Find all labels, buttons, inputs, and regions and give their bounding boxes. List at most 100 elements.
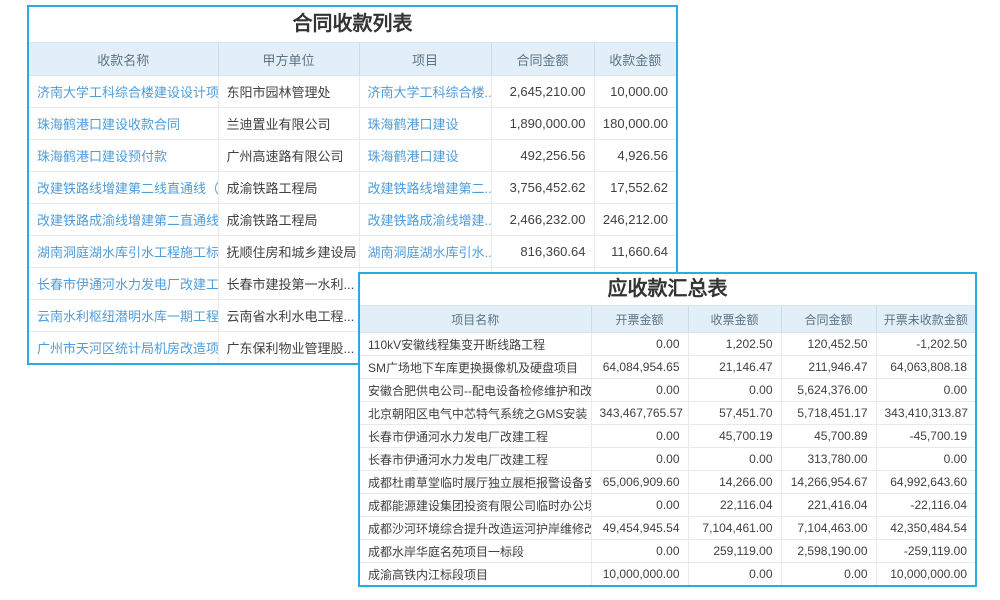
- table-cell: 11,660.64: [594, 236, 676, 268]
- table-cell: -1,202.50: [876, 333, 975, 356]
- header-row: 收款名称 甲方单位 项目 合同金额 收款金额: [29, 43, 676, 76]
- cell-link[interactable]: 云南水利枢纽潜明水库一期工程...: [37, 309, 218, 324]
- table-row: 长春市伊通河水力发电厂改建工程0.0045,700.1945,700.89-45…: [360, 425, 975, 448]
- cell-link[interactable]: 改建铁路成渝线增建第二直通线...: [37, 213, 218, 228]
- cell-link[interactable]: 济南大学工科综合楼建设设计项...: [37, 85, 218, 100]
- table-cell: 3,756,452.62: [491, 172, 594, 204]
- table-cell: 14,266.00: [688, 471, 781, 494]
- table-cell: 北京朝阳区电气中芯特气系统之GMS安装: [360, 402, 591, 425]
- table-cell: 211,946.47: [781, 356, 876, 379]
- table-cell: 长春市建投第一水利...: [218, 268, 359, 300]
- table-row: 珠海鹤港口建设预付款 广州高速路有限公司珠海鹤港口建设 492,256.564,92…: [29, 140, 676, 172]
- table-cell: 成渝铁路工程局: [218, 204, 359, 236]
- table-cell: 10,000.00: [594, 76, 676, 108]
- table-cell: 长春市伊通河水力发电厂改建工程: [360, 425, 591, 448]
- cell-link[interactable]: 广州市天河区统计局机房改造项...: [37, 341, 218, 356]
- column-header-contract-amount: 合同金额: [491, 43, 594, 76]
- table-cell: 21,146.47: [688, 356, 781, 379]
- table-cell: 长春市伊通河水力发电厂改建工...: [29, 268, 218, 300]
- table-cell: 抚顺住房和城乡建设局: [218, 236, 359, 268]
- table-cell: 改建铁路线增建第二线直通线（...: [29, 172, 218, 204]
- table-cell: 改建铁路线增建第二...: [359, 172, 491, 204]
- table-cell: 成渝高铁内江标段项目: [360, 563, 591, 586]
- table-cell: 2,466,232.00: [491, 204, 594, 236]
- receivables-summary-panel: 应收款汇总表 项目名称 开票金额 收票金额 合同金额 开票未收款金额 110kV…: [358, 272, 977, 587]
- table-cell: 45,700.89: [781, 425, 876, 448]
- table-cell: 313,780.00: [781, 448, 876, 471]
- table-cell: 64,063,808.18: [876, 356, 975, 379]
- cell-link[interactable]: 珠海鹤港口建设预付款: [37, 149, 167, 164]
- table-cell: 0.00: [591, 425, 688, 448]
- cell-link[interactable]: 珠海鹤港口建设收款合同: [37, 117, 180, 132]
- table-cell: 17,552.62: [594, 172, 676, 204]
- table-row: 济南大学工科综合楼建设设计项...东阳市园林管理处济南大学工科综合楼...2,6…: [29, 76, 676, 108]
- cell-link[interactable]: 改建铁路线增建第二...: [368, 181, 492, 196]
- cell-link[interactable]: 珠海鹤港口建设: [368, 149, 459, 164]
- table-cell: 343,467,765.57: [591, 402, 688, 425]
- table-cell: 长春市伊通河水力发电厂改建工程: [360, 448, 591, 471]
- cell-link[interactable]: 长春市伊通河水力发电厂改建工...: [37, 277, 218, 292]
- table-cell: 120,452.50: [781, 333, 876, 356]
- table-row: 成渝高铁内江标段项目10,000,000.000.000.0010,000,00…: [360, 563, 975, 586]
- table-cell: 4,926.56: [594, 140, 676, 172]
- table-row: 长春市伊通河水力发电厂改建工程0.000.00313,780.000.00: [360, 448, 975, 471]
- table-cell: 5,718,451.17: [781, 402, 876, 425]
- table-row: 安徽合肥供电公司--配电设备检修维护和改造0.000.005,624,376.0…: [360, 379, 975, 402]
- table-cell: 10,000,000.00: [591, 563, 688, 586]
- table-cell: 1,890,000.00: [491, 108, 594, 140]
- table-cell: 广州高速路有限公司: [218, 140, 359, 172]
- table-cell: 改建铁路成渝线增建第二直通线...: [29, 204, 218, 236]
- table-row: 成都能源建设集团投资有限公司临时办公场所...0.0022,116.04221,…: [360, 494, 975, 517]
- table-cell: 成都能源建设集团投资有限公司临时办公场所...: [360, 494, 591, 517]
- table-cell: 成都杜甫草堂临时展厅独立展柜报警设备安装...: [360, 471, 591, 494]
- cell-link[interactable]: 济南大学工科综合楼...: [368, 85, 492, 100]
- table-row: 110kV安徽线程集变开断线路工程0.001,202.50120,452.50-…: [360, 333, 975, 356]
- column-header-received-invoice-amount: 收票金额: [688, 306, 781, 333]
- column-header-project-name: 项目名称: [360, 306, 591, 333]
- table-cell: 0.00: [688, 448, 781, 471]
- table-row: 成都杜甫草堂临时展厅独立展柜报警设备安装...65,006,909.6014,2…: [360, 471, 975, 494]
- cell-link[interactable]: 珠海鹤港口建设: [368, 117, 459, 132]
- column-header-invoiced-unpaid-amount: 开票未收款金额: [876, 306, 975, 333]
- table-cell: 湖南洞庭湖水库引水工程施工标...: [29, 236, 218, 268]
- table-cell: 5,624,376.00: [781, 379, 876, 402]
- column-header-contract-amount: 合同金额: [781, 306, 876, 333]
- table-row: 改建铁路线增建第二线直通线（...成渝铁路工程局改建铁路线增建第二...3,75…: [29, 172, 676, 204]
- table-cell: 0.00: [688, 563, 781, 586]
- table-cell: 180,000.00: [594, 108, 676, 140]
- cell-link[interactable]: 湖南洞庭湖水库引水工程施工标...: [37, 245, 218, 260]
- cell-link[interactable]: 改建铁路线增建第二线直通线（...: [37, 181, 218, 196]
- table-cell: 10,000,000.00: [876, 563, 975, 586]
- table-row: 珠海鹤港口建设收款合同 兰迪置业有限公司珠海鹤港口建设 1,890,000.0018…: [29, 108, 676, 140]
- table-row: 成都水岸华庭名苑项目一标段0.00259,119.002,598,190.00-…: [360, 540, 975, 563]
- table-cell: 成都水岸华庭名苑项目一标段: [360, 540, 591, 563]
- table-cell: 492,256.56: [491, 140, 594, 172]
- table-cell: 816,360.64: [491, 236, 594, 268]
- table-cell: 110kV安徽线程集变开断线路工程: [360, 333, 591, 356]
- table-cell: 改建铁路成渝线增建...: [359, 204, 491, 236]
- cell-link[interactable]: 湖南洞庭湖水库引水...: [368, 245, 492, 260]
- table-row: 改建铁路成渝线增建第二直通线...成渝铁路工程局改建铁路成渝线增建...2,46…: [29, 204, 676, 236]
- table-cell: 云南省水利水电工程...: [218, 300, 359, 332]
- table-cell: 42,350,484.54: [876, 517, 975, 540]
- table-cell: 安徽合肥供电公司--配电设备检修维护和改造: [360, 379, 591, 402]
- column-header-receipt-amount: 收款金额: [594, 43, 676, 76]
- table-row: 湖南洞庭湖水库引水工程施工标...抚顺住房和城乡建设局湖南洞庭湖水库引水...8…: [29, 236, 676, 268]
- table-cell: 0.00: [688, 379, 781, 402]
- table-cell: 221,416.04: [781, 494, 876, 517]
- cell-link[interactable]: 改建铁路成渝线增建...: [368, 213, 492, 228]
- table-cell: 22,116.04: [688, 494, 781, 517]
- column-header-invoiced-amount: 开票金额: [591, 306, 688, 333]
- table-cell: 0.00: [591, 379, 688, 402]
- table-cell: 兰迪置业有限公司: [218, 108, 359, 140]
- table-cell: 0.00: [591, 333, 688, 356]
- table-row: 北京朝阳区电气中芯特气系统之GMS安装343,467,765.5757,451.…: [360, 402, 975, 425]
- table-cell: -45,700.19: [876, 425, 975, 448]
- table-row: SM广场地下车库更换摄像机及硬盘项目64,084,954.6521,146.47…: [360, 356, 975, 379]
- table-cell: 云南水利枢纽潜明水库一期工程...: [29, 300, 218, 332]
- table-cell: 珠海鹤港口建设: [359, 108, 491, 140]
- receivables-summary-table: 项目名称 开票金额 收票金额 合同金额 开票未收款金额 110kV安徽线程集变开…: [360, 305, 975, 585]
- table-cell: 成都沙河环境综合提升改造运河护岸维修改造: [360, 517, 591, 540]
- table-cell: 259,119.00: [688, 540, 781, 563]
- table-cell: 广东保利物业管理股...: [218, 332, 359, 364]
